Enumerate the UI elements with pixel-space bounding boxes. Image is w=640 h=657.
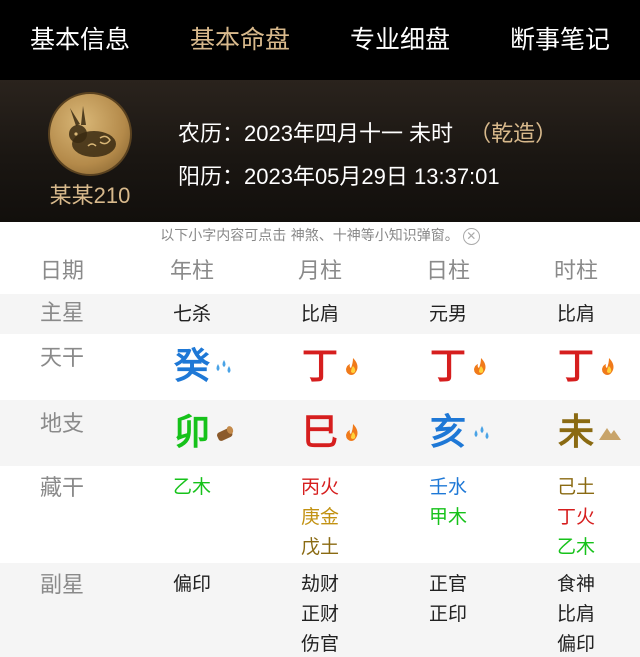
stem-day[interactable]: 丁: [430, 346, 466, 387]
stem-hour[interactable]: 丁: [558, 346, 594, 387]
hidden-stems-hour: 己土 丁火 乙木: [512, 466, 640, 563]
stem-cell-year: 癸: [128, 334, 256, 400]
fire-icon: [342, 356, 364, 378]
tab-notes[interactable]: 断事笔记: [480, 0, 640, 80]
stem-cell-day: 丁: [384, 334, 512, 400]
branch-cell-year: 卯: [128, 400, 256, 466]
table-header-row: 日期 年柱 月柱 日柱 时柱: [0, 250, 640, 294]
lunar-date-line: 农历：2023年四月十一 未时 （乾造）: [178, 116, 557, 148]
header-hour-pillar: 时柱: [553, 259, 598, 284]
main-star-day[interactable]: 元男: [384, 294, 512, 334]
fire-icon: [342, 422, 364, 444]
stem-cell-month: 丁: [256, 334, 384, 400]
gender-tag: （乾造）: [469, 121, 558, 146]
solar-date: 阳历：2023年05月29日 13:37:01: [178, 164, 500, 189]
main-star-hour[interactable]: 比肩: [512, 294, 640, 334]
row-label: 天干: [40, 346, 85, 371]
wood-log-icon: [214, 422, 236, 444]
profile-header: 某某210 农历：2023年四月十一 未时 （乾造） 阳历：2023年05月29日…: [0, 80, 640, 222]
stem-year[interactable]: 癸: [174, 346, 210, 387]
side-stars-month: 劫财 正财 伤官: [256, 563, 384, 657]
hidden-stems-year: 乙木: [128, 466, 256, 563]
rabbit-zodiac-icon[interactable]: [48, 92, 132, 176]
main-star-row: 主星 七杀 比肩 元男 比肩: [0, 294, 640, 334]
hidden-stem[interactable]: 丁火: [512, 502, 640, 532]
side-star[interactable]: 伤官: [256, 629, 384, 657]
hidden-stems-day: 壬水 甲木: [384, 466, 512, 563]
hidden-stem[interactable]: 壬水: [384, 472, 512, 502]
side-star[interactable]: 劫财: [256, 569, 384, 599]
tab-basic-chart[interactable]: 基本命盘: [160, 0, 320, 80]
side-stars-year: 偏印: [128, 563, 256, 657]
main-star-year[interactable]: 七杀: [128, 294, 256, 334]
side-star[interactable]: 正印: [384, 599, 512, 629]
water-drops-icon: [470, 422, 492, 444]
side-star[interactable]: 正财: [256, 599, 384, 629]
hidden-stem[interactable]: 甲木: [384, 502, 512, 532]
tip-bar: 以下小字内容可点击 神煞、十神等小知识弹窗。 ✕: [0, 222, 640, 250]
fire-icon: [598, 356, 620, 378]
hidden-stem[interactable]: 丙火: [256, 472, 384, 502]
fire-icon: [470, 356, 492, 378]
header-date: 日期: [40, 259, 85, 284]
side-star[interactable]: 正官: [384, 569, 512, 599]
branch-cell-month: 巳: [256, 400, 384, 466]
hidden-stem[interactable]: 戊土: [256, 532, 384, 562]
heavenly-stem-row: 天干 癸 丁 丁 丁: [0, 334, 640, 400]
close-circle-icon[interactable]: ✕: [462, 227, 480, 245]
stem-month[interactable]: 丁: [302, 346, 338, 387]
water-drops-icon: [212, 356, 234, 378]
hidden-stems-month: 丙火 庚金 戊土: [256, 466, 384, 563]
hidden-stem[interactable]: 庚金: [256, 502, 384, 532]
side-stars-hour: 食神 比肩 偏印: [512, 563, 640, 657]
hidden-stems-row: 藏干 乙木 丙火 庚金 戊土 壬水 甲木 己土 丁火 乙木: [0, 466, 640, 563]
header-year-pillar: 年柱: [169, 259, 214, 284]
row-label: 副星: [40, 573, 85, 598]
tab-basic-info[interactable]: 基本信息: [0, 0, 160, 80]
top-tab-bar: 基本信息 基本命盘 专业细盘 断事笔记: [0, 0, 640, 80]
branch-month[interactable]: 巳: [302, 412, 338, 453]
tip-text: 以下小字内容可点击 神煞、十神等小知识弹窗。: [160, 228, 459, 244]
branch-cell-day: 亥: [384, 400, 512, 466]
hidden-stem[interactable]: 乙木: [128, 472, 256, 502]
side-star[interactable]: 比肩: [512, 599, 640, 629]
lunar-date: 农历：2023年四月十一 未时: [178, 121, 454, 146]
stem-cell-hour: 丁: [512, 334, 640, 400]
tab-pro-chart[interactable]: 专业细盘: [320, 0, 480, 80]
side-stars-day: 正官 正印: [384, 563, 512, 657]
hidden-stem[interactable]: 己土: [512, 472, 640, 502]
main-star-month[interactable]: 比肩: [256, 294, 384, 334]
branch-day[interactable]: 亥: [430, 412, 466, 453]
row-label: 藏干: [40, 476, 85, 501]
bazi-table: 日期 年柱 月柱 日柱 时柱 主星 七杀 比肩 元男 比肩 天干 癸 丁 丁 丁: [0, 250, 640, 657]
row-label: 地支: [40, 412, 85, 437]
hidden-stem[interactable]: 乙木: [512, 532, 640, 562]
side-star[interactable]: 偏印: [128, 569, 256, 599]
side-star[interactable]: 偏印: [512, 629, 640, 657]
earth-mound-icon: [598, 422, 621, 444]
row-label: 主星: [40, 301, 85, 326]
header-day-pillar: 日柱: [425, 259, 470, 284]
branch-year[interactable]: 卯: [174, 412, 210, 453]
earthly-branch-row: 地支 卯 巳 亥 未: [0, 400, 640, 466]
side-star[interactable]: 食神: [512, 569, 640, 599]
user-name: 某某210: [49, 183, 131, 208]
header-month-pillar: 月柱: [297, 259, 342, 284]
branch-hour[interactable]: 未: [558, 412, 594, 453]
side-stars-row: 副星 偏印 劫财 正财 伤官 正官 正印 食神 比肩 偏印: [0, 563, 640, 657]
